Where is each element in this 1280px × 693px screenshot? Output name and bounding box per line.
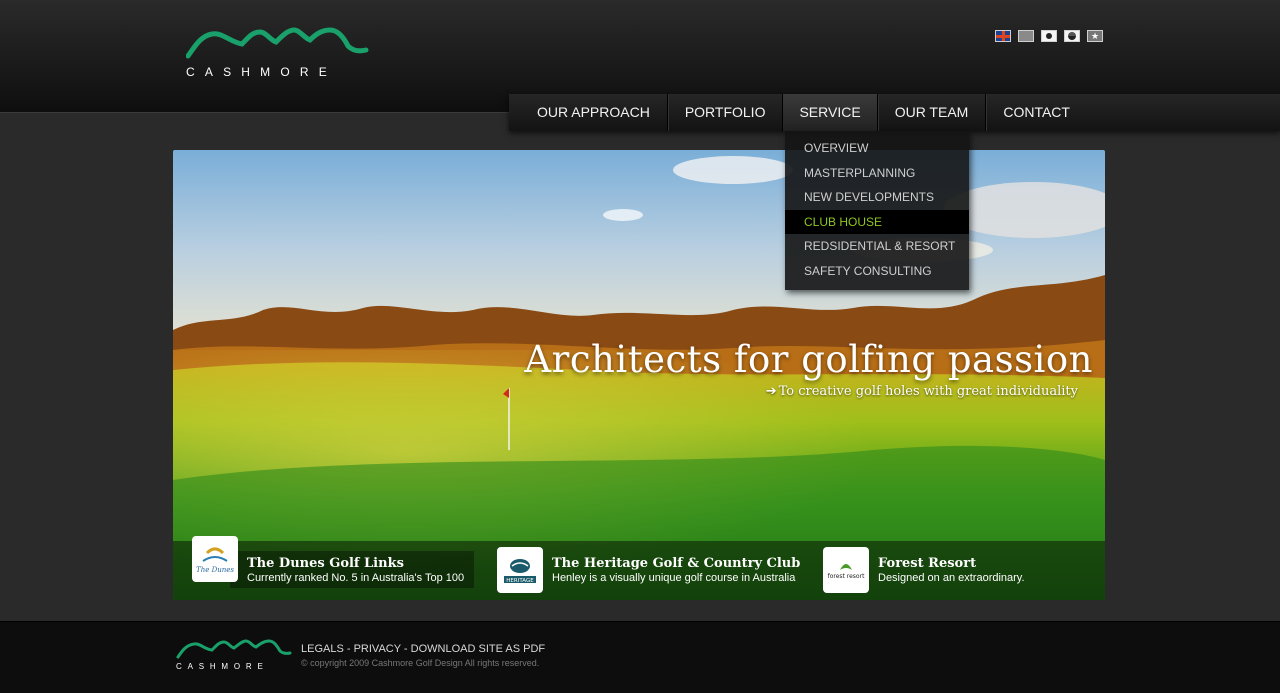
nav-service[interactable]: SERVICE (783, 94, 878, 131)
dunes-logo: The Dunes (192, 536, 238, 582)
language-selector: ★ (995, 30, 1103, 42)
site-footer: CASHMORE LEGALS - PRIVACY - DOWNLOAD SIT… (0, 621, 1280, 693)
course-forest-resort[interactable]: forest resort Forest Resort Designed on … (823, 547, 1025, 593)
footer-links: LEGALS - PRIVACY - DOWNLOAD SITE AS PDF (301, 643, 545, 655)
cashmore-logo[interactable]: CASHMORE (186, 26, 370, 82)
hero-subline: ➔ To creative golf holes with great indiv… (766, 384, 1078, 399)
forest-resort-logo: forest resort (823, 547, 869, 593)
footer-link-privacy[interactable]: PRIVACY (354, 643, 401, 655)
svg-text:HERITAGE: HERITAGE (506, 578, 534, 584)
footer-separator: - (343, 643, 354, 655)
service-dropdown: OVERVIEW MASTERPLANNING NEW DEVELOPMENTS… (785, 131, 969, 290)
svg-text:The Dunes: The Dunes (196, 566, 234, 574)
nav-portfolio[interactable]: PORTFOLIO (668, 94, 784, 131)
uk-flag-icon[interactable] (995, 30, 1011, 42)
course-desc: Henley is a visually unique golf course … (552, 572, 796, 584)
dunes-logo-icon: The Dunes (196, 547, 234, 574)
service-item-residential-resort[interactable]: REDSIDENTIAL & RESORT (785, 234, 969, 259)
service-item-safety-consulting[interactable]: SAFETY CONSULTING (785, 259, 969, 284)
course-heritage[interactable]: HERITAGE The Heritage Golf & Country Clu… (497, 547, 800, 593)
service-item-overview[interactable]: OVERVIEW (785, 136, 969, 161)
footer-link-legals[interactable]: LEGALS (301, 643, 344, 655)
nav-our-approach[interactable]: OUR APPROACH (509, 94, 668, 131)
arrow-right-icon: ➔ (765, 384, 777, 399)
heritage-logo: HERITAGE (497, 547, 543, 593)
nav-our-team[interactable]: OUR TEAM (878, 94, 987, 131)
china-flag-icon[interactable] (1018, 30, 1034, 42)
course-title: The Heritage Golf & Country Club (552, 556, 801, 571)
course-desc: Currently ranked No. 5 in Australia's To… (247, 572, 465, 584)
footer-logo-wave-icon (176, 639, 292, 659)
logo-wave-icon (186, 27, 369, 59)
footer-copyright: © copyright 2009 Cashmore Golf Design Al… (301, 658, 540, 668)
course-title: The Dunes Golf Links (247, 556, 404, 571)
nav-contact[interactable]: CONTACT (986, 94, 1087, 131)
footer-logo[interactable]: CASHMORE (176, 639, 292, 675)
footer-link-download-pdf[interactable]: DOWNLOAD SITE AS PDF (411, 643, 545, 655)
footer-separator: - (400, 643, 411, 655)
main-nav: OUR APPROACH PORTFOLIO SERVICE OUR TEAM … (509, 94, 1280, 131)
footer-logo-text: CASHMORE (176, 662, 269, 671)
japan-flag-icon[interactable] (1041, 30, 1057, 42)
course-dunes[interactable]: The Dunes The Dunes Golf Links Currently… (192, 536, 464, 585)
course-desc: Designed on an extraordinary. (878, 572, 1025, 584)
vietnam-flag-icon[interactable]: ★ (1087, 30, 1103, 42)
service-item-new-developments[interactable]: NEW DEVELOPMENTS (785, 185, 969, 210)
service-item-masterplanning[interactable]: MASTERPLANNING (785, 161, 969, 186)
hero-subline-text: To creative golf holes with great indivi… (778, 384, 1078, 399)
service-item-club-house[interactable]: CLUB HOUSE (785, 209, 969, 234)
korea-flag-icon[interactable] (1064, 30, 1080, 42)
heritage-logo-icon: HERITAGE (504, 559, 536, 584)
logo-text: CASHMORE (186, 65, 337, 79)
course-title: Forest Resort (878, 556, 977, 571)
svg-text:forest resort: forest resort (828, 573, 865, 580)
forest-resort-logo-icon: forest resort (828, 564, 865, 580)
hero-headline: Architects for golfing passion (524, 338, 1093, 381)
